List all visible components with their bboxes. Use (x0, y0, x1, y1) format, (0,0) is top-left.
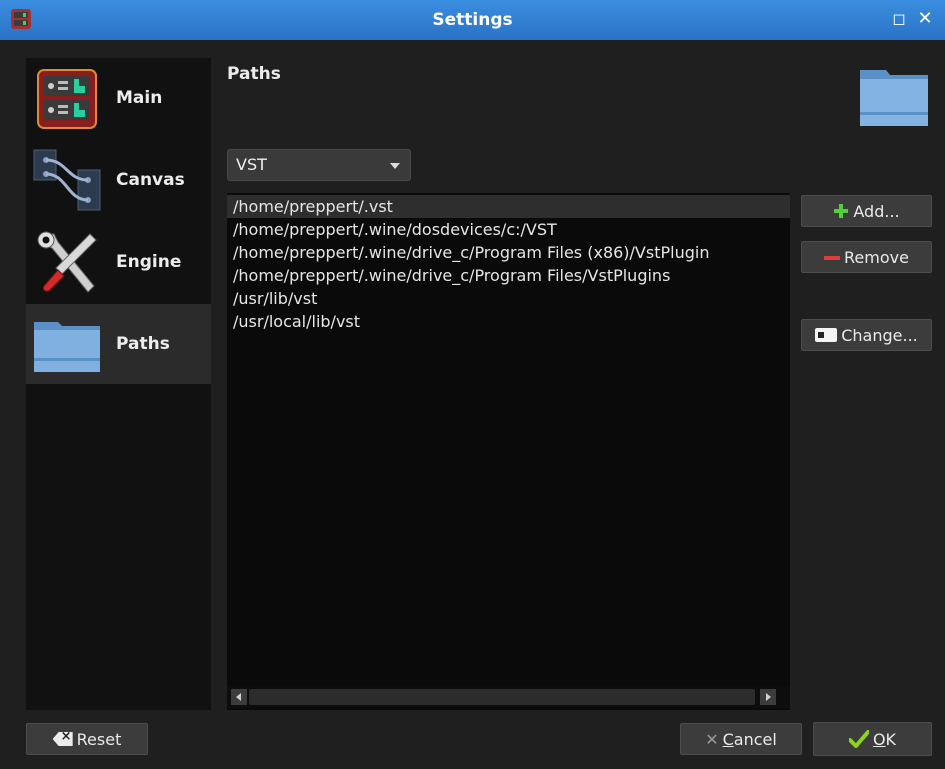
list-item[interactable]: /home/preppert/.wine/drive_c/Program Fil… (227, 264, 790, 287)
close-button[interactable]: ✕ (915, 9, 935, 29)
settings-window: Settings ◻ ✕ Main Canvas Engine Paths Pa… (0, 0, 945, 769)
folder-icon (860, 70, 928, 126)
chevron-down-icon (390, 163, 400, 169)
tools-icon (37, 231, 97, 293)
window-title: Settings (432, 10, 513, 30)
minus-icon (824, 256, 841, 260)
remove-path-button[interactable]: Remove (801, 241, 932, 273)
scroll-right-button[interactable] (760, 689, 776, 705)
scrollbar-thumb[interactable] (249, 689, 755, 705)
add-path-button[interactable]: Add... (801, 195, 932, 227)
change-path-button[interactable]: Change... (801, 319, 932, 351)
list-item[interactable]: /home/preppert/.vst (227, 195, 790, 218)
list-item[interactable]: /home/preppert/.wine/dosdevices/c:/VST (227, 218, 790, 241)
cancel-label: Cancel (722, 729, 777, 749)
sidebar-item-engine[interactable]: Engine (26, 222, 211, 302)
sidebar-item-paths[interactable]: Paths (26, 304, 211, 384)
cancel-icon: ✕ (705, 729, 719, 749)
sidebar-item-label: Main (116, 88, 163, 108)
list-item[interactable]: /usr/local/lib/vst (227, 310, 790, 333)
plugin-type-select[interactable]: VST (227, 149, 411, 181)
checkmark-icon (848, 730, 869, 748)
sidebar-item-label: Canvas (116, 170, 185, 190)
sidebar-item-label: Engine (116, 252, 182, 272)
cancel-button[interactable]: ✕ Cancel (680, 723, 802, 755)
page-title: Paths (227, 64, 281, 84)
folder-icon (34, 322, 100, 372)
sidebar-item-main[interactable]: Main (26, 58, 211, 138)
plus-icon (833, 203, 849, 219)
canvas-connections-icon (33, 149, 101, 211)
list-item[interactable]: /home/preppert/.wine/drive_c/Program Fil… (227, 241, 790, 264)
sidebar-item-canvas[interactable]: Canvas (26, 140, 211, 220)
settings-sidebar: Main Canvas Engine Paths (26, 58, 211, 710)
edit-icon (815, 328, 838, 342)
reset-label: Reset (76, 729, 122, 749)
plugin-type-value: VST (236, 155, 267, 174)
rack-icon (37, 69, 97, 129)
sidebar-item-label: Paths (116, 334, 170, 354)
ok-label: OK (872, 729, 897, 749)
ok-button[interactable]: OK (813, 722, 932, 756)
list-item[interactable]: /usr/lib/vst (227, 287, 790, 310)
paths-list[interactable]: /home/preppert/.vst /home/preppert/.wine… (227, 193, 790, 710)
reset-button[interactable]: Reset (26, 723, 148, 755)
add-label: Add... (853, 201, 900, 221)
horizontal-scrollbar[interactable] (227, 686, 790, 708)
scroll-left-button[interactable] (231, 689, 247, 705)
maximize-button[interactable]: ◻ (889, 9, 909, 29)
reset-icon (52, 732, 73, 746)
title-bar[interactable]: Settings ◻ ✕ (0, 0, 945, 40)
remove-label: Remove (844, 247, 909, 267)
change-label: Change... (841, 325, 918, 345)
